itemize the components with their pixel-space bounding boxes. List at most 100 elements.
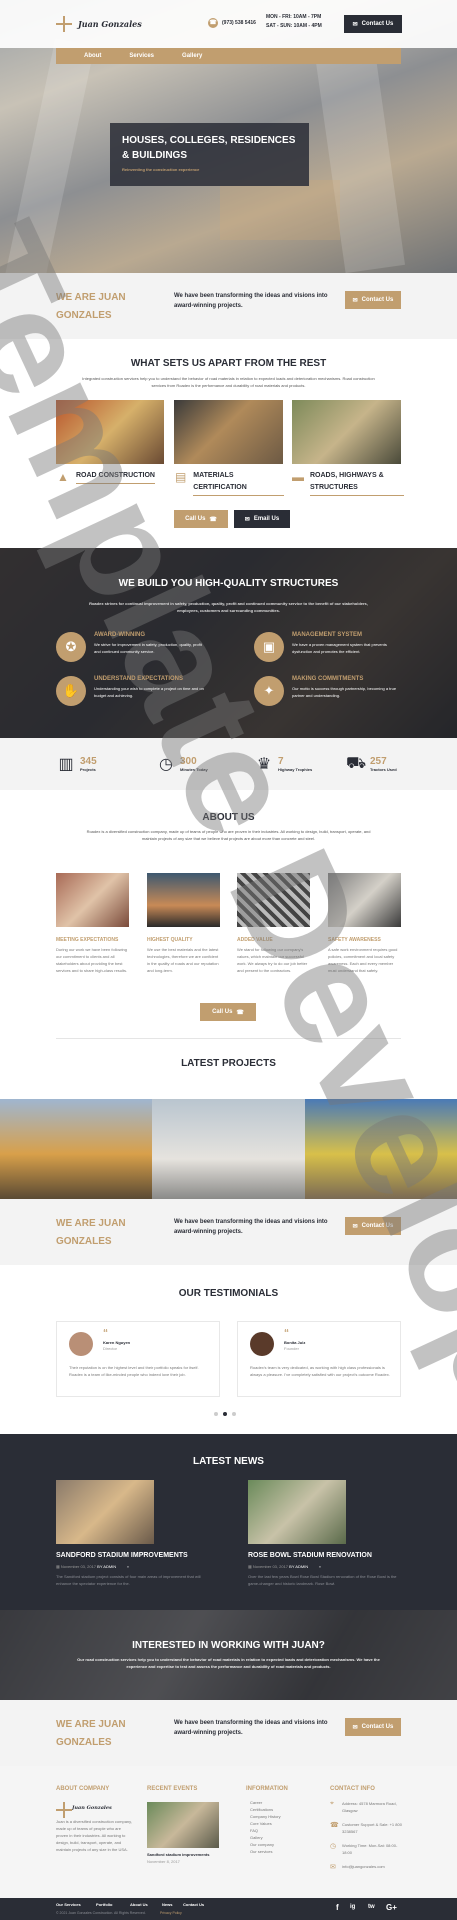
footer-link[interactable]: Certifications bbox=[250, 1807, 273, 1812]
award-icon: ✪ bbox=[56, 632, 86, 662]
cta-strip-2: We are Juan Gonzales We have been transf… bbox=[0, 1199, 457, 1265]
avatar bbox=[250, 1332, 274, 1356]
footer-link[interactable]: Our services bbox=[250, 1849, 272, 1854]
cta-heading: We are Juan Gonzales bbox=[56, 292, 126, 321]
footer-link[interactable]: Career bbox=[250, 1800, 262, 1805]
call-us-button[interactable]: Call Us ☎ bbox=[174, 510, 228, 528]
footer-logo[interactable]: Juan Gonzales bbox=[56, 1802, 112, 1818]
stat-number: 7 bbox=[278, 755, 284, 767]
footer-event-name[interactable]: Sandford stadium improvements bbox=[147, 1852, 209, 1857]
footer-email[interactable]: info@juangonzales.com bbox=[342, 1863, 404, 1870]
testimonials-title: Our Testimonials bbox=[178, 1288, 279, 1299]
quality-item-text: Our motto is success through partnership… bbox=[292, 686, 397, 698]
news-item-title[interactable]: Sandford Stadium Improvements bbox=[56, 1552, 188, 1559]
facebook-icon[interactable]: f bbox=[336, 1903, 339, 1912]
stat-label: Highway Trophies bbox=[278, 766, 313, 772]
briefcase-icon: ▣ bbox=[254, 632, 284, 662]
footer-link[interactable]: Core Values bbox=[250, 1821, 272, 1826]
hours-weekend: SAT - SUN: 10AM - 4PM bbox=[266, 23, 322, 29]
nav-item-gallery[interactable]: Gallery bbox=[168, 48, 216, 64]
bottom-link-services[interactable]: Our Services bbox=[56, 1902, 81, 1907]
cta-contact-label: Contact Us bbox=[361, 297, 394, 303]
footer-address: Address: 4578 Marmora Road, Glasgow bbox=[342, 1801, 397, 1813]
footer-link[interactable]: Company History bbox=[250, 1814, 281, 1819]
project-image-truck[interactable] bbox=[305, 1099, 457, 1199]
road-construction-image bbox=[56, 400, 164, 464]
google-plus-icon[interactable]: G+ bbox=[386, 1903, 397, 1912]
nav-item-services[interactable]: Services bbox=[115, 48, 168, 64]
logo[interactable]: Juan Gonzales bbox=[56, 16, 142, 32]
phone-info[interactable]: ☎ (973) 538 5416 bbox=[208, 18, 256, 28]
phone-icon: ☎ bbox=[208, 18, 218, 28]
bottom-link-contact[interactable]: Contact Us bbox=[183, 1902, 204, 1907]
bottom-bar: Our Services Portfolio About Us News Con… bbox=[0, 1898, 457, 1920]
clock-icon: ◷ bbox=[330, 1843, 337, 1850]
cta-text: We have been transforming the ideas and … bbox=[174, 1720, 328, 1736]
footer-about-text: Juan is a diversified construction compa… bbox=[56, 1819, 132, 1852]
about-card-text: We stand for following our company's val… bbox=[237, 947, 308, 973]
footer-link[interactable]: FAQ bbox=[250, 1828, 258, 1833]
footer-link[interactable]: Gallery bbox=[250, 1835, 263, 1840]
cta-contact-button[interactable]: ✉ Contact Us bbox=[345, 291, 401, 309]
quality-item-title: Management System bbox=[292, 632, 363, 638]
materials-image bbox=[174, 400, 283, 464]
cta-strip: We are Juan Gonzales We have been transf… bbox=[0, 273, 457, 339]
cta-strip-3: We are Juan Gonzales We have been transf… bbox=[0, 1700, 457, 1766]
about-card-title: Highest Quality bbox=[147, 937, 193, 943]
cta-contact-button[interactable]: ✉ Contact Us bbox=[345, 1217, 401, 1235]
location-icon: ⌖ bbox=[330, 1800, 334, 1807]
apart-description: Integrated construction services help yo… bbox=[82, 376, 375, 388]
footer-event-image[interactable] bbox=[147, 1802, 219, 1848]
news-image-stadium[interactable] bbox=[56, 1480, 154, 1544]
cta-text: We have been transforming the ideas and … bbox=[174, 1219, 328, 1235]
pager-dot[interactable] bbox=[214, 1412, 218, 1416]
testimonial-text: Roadex's team is very dedicated, as work… bbox=[250, 1365, 390, 1377]
phone-icon: ☎ bbox=[236, 1009, 244, 1016]
city-icon: ▥ bbox=[58, 756, 74, 773]
about-title: About Us bbox=[202, 812, 255, 823]
top-bar: Juan Gonzales ☎ (973) 538 5416 MON - FRI… bbox=[0, 0, 457, 48]
cta-contact-label: Contact Us bbox=[361, 1724, 394, 1730]
feature-road-construction: ▲ Road Construction bbox=[56, 470, 155, 484]
mail-icon: ✉ bbox=[330, 1864, 336, 1871]
news-item-meta: ▦ November 03, 2017 BY ADMIN ▪ bbox=[248, 1564, 321, 1569]
email-us-button[interactable]: ✉ Email Us bbox=[234, 510, 290, 528]
nav-item-about[interactable]: About bbox=[56, 48, 115, 64]
news-image-rosebowl[interactable] bbox=[248, 1480, 346, 1544]
logo-icon bbox=[56, 16, 72, 32]
footer-hours: Working Time: Mon-Sat: 08:00-18:00 bbox=[342, 1843, 398, 1855]
about-call-button[interactable]: Call Us ☎ bbox=[200, 1003, 256, 1021]
project-image-excavator[interactable] bbox=[0, 1099, 152, 1199]
footer-support[interactable]: Customer Support & Sale: +1 800 3238567 bbox=[342, 1821, 402, 1835]
stat-trophies: ♛ 7 Highway Trophies bbox=[254, 754, 312, 774]
footer-contact-title: Contact Info bbox=[330, 1786, 375, 1792]
privacy-policy-link[interactable]: Privacy Policy bbox=[160, 1911, 182, 1915]
cta-text: We have been transforming the ideas and … bbox=[174, 293, 328, 309]
bottom-link-news[interactable]: News bbox=[162, 1902, 172, 1907]
stat-number: 300 bbox=[180, 755, 197, 767]
about-card-text: A safe work environment requires good po… bbox=[328, 947, 398, 973]
bridge-icon: ▬ bbox=[292, 470, 304, 484]
header-contact-button[interactable]: ✉ Contact Us bbox=[344, 15, 402, 33]
about-card-title: Added Value bbox=[237, 937, 273, 943]
stat-minutes: ◷ 300 Minutes Today bbox=[156, 754, 208, 774]
pager-dot-active[interactable] bbox=[223, 1412, 227, 1416]
feature-label: Road Construction bbox=[76, 470, 155, 484]
bottom-link-portfolio[interactable]: Portfolio bbox=[96, 1902, 112, 1907]
instagram-icon[interactable]: ig bbox=[350, 1904, 355, 1910]
pager-dot[interactable] bbox=[232, 1412, 236, 1416]
twitter-icon[interactable]: tw bbox=[368, 1904, 375, 1910]
project-image-site[interactable] bbox=[152, 1099, 305, 1199]
clock-icon: ◷ bbox=[159, 756, 173, 773]
logo-icon bbox=[56, 1802, 72, 1818]
bottom-link-about[interactable]: About Us bbox=[130, 1902, 148, 1907]
news-author: BY ADMIN bbox=[289, 1564, 309, 1569]
testimonial-card: “ Bonita Julz Founder Roadex's team is v… bbox=[237, 1321, 401, 1397]
footer-link[interactable]: Our company bbox=[250, 1842, 274, 1847]
about-description: Roadex is a diversified construction com… bbox=[86, 829, 371, 841]
testimonial-role: Founder bbox=[284, 1346, 299, 1351]
cta-contact-button[interactable]: ✉ Contact Us bbox=[345, 1718, 401, 1736]
cta-contact-label: Contact Us bbox=[361, 1223, 394, 1229]
news-item-meta: ▦ November 03, 2017 BY ADMIN ▪ bbox=[56, 1564, 129, 1569]
news-item-title[interactable]: Rose Bowl Stadium Renovation bbox=[248, 1552, 372, 1559]
